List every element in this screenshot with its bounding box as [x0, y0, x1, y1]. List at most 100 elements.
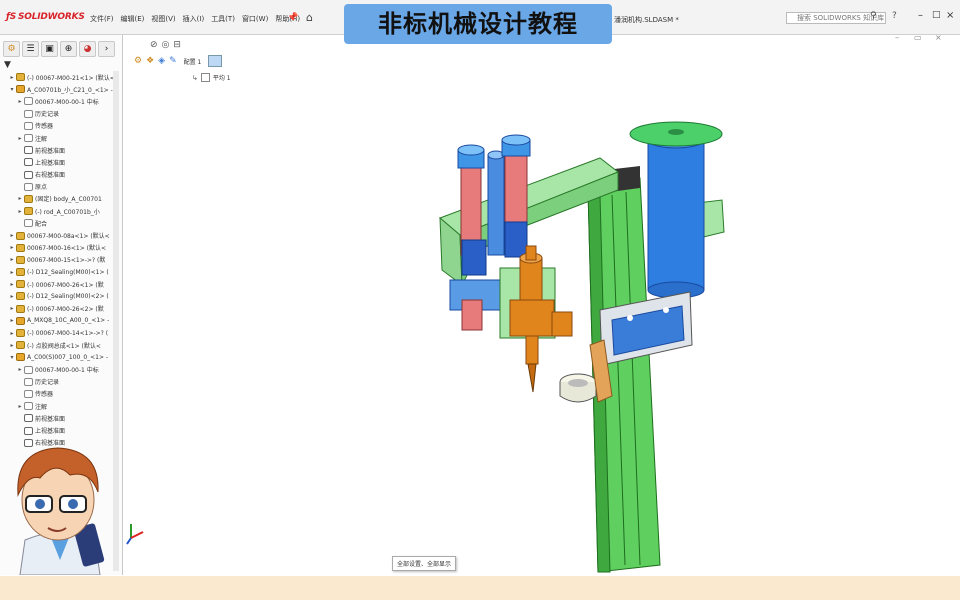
tab-display-manager[interactable]: ◕: [79, 41, 96, 57]
tab-more[interactable]: ›: [98, 41, 115, 57]
expand-arrow-icon[interactable]: ▸: [16, 403, 24, 410]
expand-arrow-icon[interactable]: ▸: [16, 135, 24, 142]
tree-row[interactable]: ▸ (-) 00067-M00-21<1> (默认<: [0, 71, 122, 83]
tree-row[interactable]: ▸ (-) D12_Sealing(M00)<1> (: [0, 266, 122, 278]
expand-arrow-icon[interactable]: ▸: [8, 330, 16, 337]
sketch-icon[interactable]: ✎: [169, 56, 177, 66]
help-icon[interactable]: ?: [892, 11, 897, 21]
tree-row[interactable]: ▸ (-) 点胶阀总成<1> (默认<: [0, 339, 122, 351]
minimize-icon[interactable]: –: [918, 10, 923, 21]
tree-row[interactable]: ▸ 00067-M00-15<1>->? (默: [0, 254, 122, 266]
doc-restore-icon[interactable]: ▭: [914, 33, 922, 42]
tree-row[interactable]: 历史记录: [0, 108, 122, 120]
expand-arrow-icon[interactable]: ▸: [8, 256, 16, 263]
tree-row[interactable]: ▸ (-) 00067-M00-14<1>->? (: [0, 327, 122, 339]
tree-row-label: (-) 点胶阀总成<1> (默认<: [27, 342, 101, 350]
expand-arrow-icon[interactable]: ▸: [8, 269, 16, 276]
tree-row[interactable]: 前视基准面: [0, 412, 122, 424]
expand-arrow-icon[interactable]: ▾: [8, 86, 16, 93]
config-tab[interactable]: 配置 1: [181, 57, 205, 66]
solidworks-logo[interactable]: ƒS SOLIDWORKS: [6, 12, 85, 22]
part-icon: [16, 268, 25, 277]
tree-row[interactable]: ▸ 00067-M00-08a<1> (默认<: [0, 229, 122, 241]
doc-close-icon[interactable]: ×: [935, 33, 942, 42]
mascot-avatar: [17, 447, 105, 575]
tree-row[interactable]: ▸ 00067-M00-00-1 中标: [0, 95, 122, 107]
tree-row[interactable]: ▸ 注解: [0, 400, 122, 412]
maximize-icon[interactable]: □: [932, 10, 941, 20]
mate-icon[interactable]: ◈: [158, 56, 165, 66]
axis-triad-icon: [126, 524, 144, 545]
menu-file[interactable]: 文件(F): [90, 14, 114, 24]
assembly-model[interactable]: [430, 115, 730, 575]
expand-arrow-icon[interactable]: ▾: [8, 354, 16, 361]
tree-row[interactable]: ▾ A_C00(S)007_100_0_<1> -: [0, 351, 122, 363]
expand-arrow-icon[interactable]: ▸: [8, 317, 16, 324]
tree-row[interactable]: 原点: [0, 181, 122, 193]
tree-row[interactable]: ▸ (固定) body_A_C00701: [0, 193, 122, 205]
expand-arrow-icon[interactable]: ▸: [8, 74, 16, 81]
tree-row[interactable]: ▸ (-) rod_A_C00701b_小: [0, 205, 122, 217]
zoom-fit-icon[interactable]: ◎: [162, 40, 170, 50]
doc-minimize-icon[interactable]: –: [895, 33, 899, 42]
tree-row-label: (-) 00067-M00-26<2> (默: [27, 306, 104, 314]
expand-arrow-icon[interactable]: ▸: [16, 195, 24, 202]
tree-row-label: 前视基准面: [35, 147, 66, 155]
tree-row[interactable]: ▸ (-) 00067-M00-26<1> (默: [0, 278, 122, 290]
tree-row-label: 配合: [35, 220, 48, 228]
config-box[interactable]: [208, 55, 223, 67]
tree-row[interactable]: ▸ 00067-M00-16<1> (默认<: [0, 242, 122, 254]
menu-view[interactable]: 视图(V): [151, 14, 175, 24]
folder-icon: [24, 97, 33, 106]
tree-row[interactable]: 右视基准面: [0, 169, 122, 181]
section-view-icon[interactable]: ⊟: [173, 40, 181, 50]
tab-configuration-manager[interactable]: ▣: [41, 41, 58, 57]
tree-row[interactable]: 历史记录: [0, 376, 122, 388]
feature-checkbox[interactable]: [200, 73, 210, 82]
tree-row[interactable]: ▸ A_MXQ8_10C_A00_0_<1> -: [0, 315, 122, 327]
tree-row[interactable]: 前视基准面: [0, 144, 122, 156]
search-go-icon[interactable]: ⚲: [870, 11, 877, 21]
menu-window[interactable]: 窗口(W): [242, 14, 268, 24]
tree-row[interactable]: ▸ 00067-M00-00-1 中标: [0, 364, 122, 376]
tree-row-label: 前视基准面: [35, 415, 66, 423]
tree-row[interactable]: 配合: [0, 217, 122, 229]
tree-row[interactable]: ▾ A_C00701b_小_C21_0_<1> -: [0, 83, 122, 95]
folder-icon: [24, 219, 33, 228]
part-icon[interactable]: ❖: [146, 56, 154, 66]
folder-icon: [24, 389, 33, 398]
tree-row[interactable]: 上视基准面: [0, 156, 122, 168]
tab-feature-manager[interactable]: ⚙: [3, 41, 20, 57]
expand-arrow-icon[interactable]: ▸: [8, 281, 16, 288]
asm-icon: [16, 316, 25, 325]
expand-arrow-icon[interactable]: ▸: [16, 366, 24, 373]
assembly-icon[interactable]: ⚙: [134, 56, 142, 66]
tree-row[interactable]: ▸ 注解: [0, 132, 122, 144]
expand-arrow-icon[interactable]: ▸: [8, 342, 16, 349]
expand-arrow-icon[interactable]: ▸: [8, 244, 16, 251]
part-icon: [16, 341, 25, 350]
menu-insert[interactable]: 插入(I): [183, 14, 205, 24]
tree-row-label: 注解: [35, 135, 48, 143]
tree-row[interactable]: 传感器: [0, 388, 122, 400]
menu-tools[interactable]: 工具(T): [211, 14, 235, 24]
feature-arrow-icon: ↳: [192, 73, 198, 82]
expand-arrow-icon[interactable]: ▸: [8, 293, 16, 300]
tab-property-manager[interactable]: ☰: [22, 41, 39, 57]
tab-dimxpert[interactable]: ⊕: [60, 41, 77, 57]
filter-icon[interactable]: ▼: [4, 60, 11, 70]
pin-icon[interactable]: 📌: [287, 13, 298, 23]
tree-row[interactable]: ▸ (-) 00067-M00-26<2> (默: [0, 303, 122, 315]
expand-arrow-icon[interactable]: ▸: [16, 98, 24, 105]
view-orientation-icon[interactable]: ⊘: [150, 40, 158, 50]
home-icon[interactable]: ⌂: [306, 11, 313, 24]
tree-row-label: 原点: [35, 184, 48, 192]
expand-arrow-icon[interactable]: ▸: [8, 305, 16, 312]
tree-row[interactable]: ▸ (-) D12_Sealing(M00)<2> (: [0, 290, 122, 302]
document-title: 潘润机构.SLDASM *: [614, 16, 679, 24]
menu-edit[interactable]: 编辑(E): [121, 14, 145, 24]
tree-row[interactable]: 传感器: [0, 120, 122, 132]
expand-arrow-icon[interactable]: ▸: [8, 232, 16, 239]
expand-arrow-icon[interactable]: ▸: [16, 208, 24, 215]
close-icon[interactable]: ×: [946, 10, 954, 21]
